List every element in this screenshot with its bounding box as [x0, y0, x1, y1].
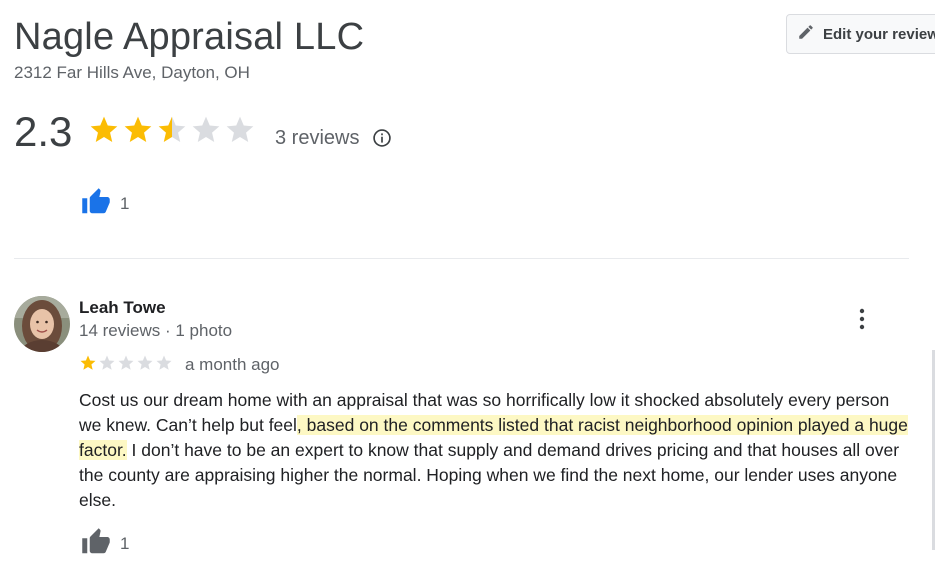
pencil-icon — [797, 23, 815, 46]
star-empty-icon — [156, 355, 172, 370]
thumbs-up-icon[interactable] — [80, 527, 112, 562]
reviewer-name[interactable]: Leah Towe — [79, 298, 166, 318]
business-name: Nagle Appraisal LLC — [14, 16, 365, 58]
review-text-part2: I don’t have to be an expert to know tha… — [79, 440, 900, 510]
helpful-count: 1 — [120, 534, 130, 553]
review-text: Cost us our dream home with an appraisal… — [79, 388, 914, 513]
reviews-count-link[interactable]: 3 reviews — [275, 127, 359, 150]
star-icon — [124, 116, 152, 142]
divider — [14, 258, 909, 259]
business-address: 2312 Far Hills Ave, Dayton, OH — [14, 63, 250, 82]
helpful-count: 1 — [120, 194, 130, 213]
star-icon — [90, 116, 118, 142]
thumbs-up-icon[interactable] — [80, 187, 112, 222]
edit-review-label: Edit your review — [823, 25, 935, 43]
review-rating-stars — [79, 354, 174, 372]
avatar[interactable] — [14, 296, 70, 352]
more-options-icon[interactable] — [852, 308, 872, 335]
star-empty-icon — [226, 116, 254, 142]
star-empty-icon — [192, 116, 220, 142]
reviewer-meta: 14 reviews · 1 photo — [79, 321, 233, 340]
average-rating-stars — [88, 114, 258, 146]
star-empty-icon — [118, 355, 134, 370]
star-empty-icon — [99, 355, 115, 370]
star-icon — [80, 355, 96, 370]
half-star-icon — [158, 116, 186, 142]
star-empty-icon — [137, 355, 153, 370]
average-rating: 2.3 — [14, 108, 73, 155]
review-time: a month ago — [185, 355, 280, 374]
info-icon[interactable] — [372, 128, 392, 153]
edit-review-button[interactable]: Edit your review — [786, 14, 935, 54]
